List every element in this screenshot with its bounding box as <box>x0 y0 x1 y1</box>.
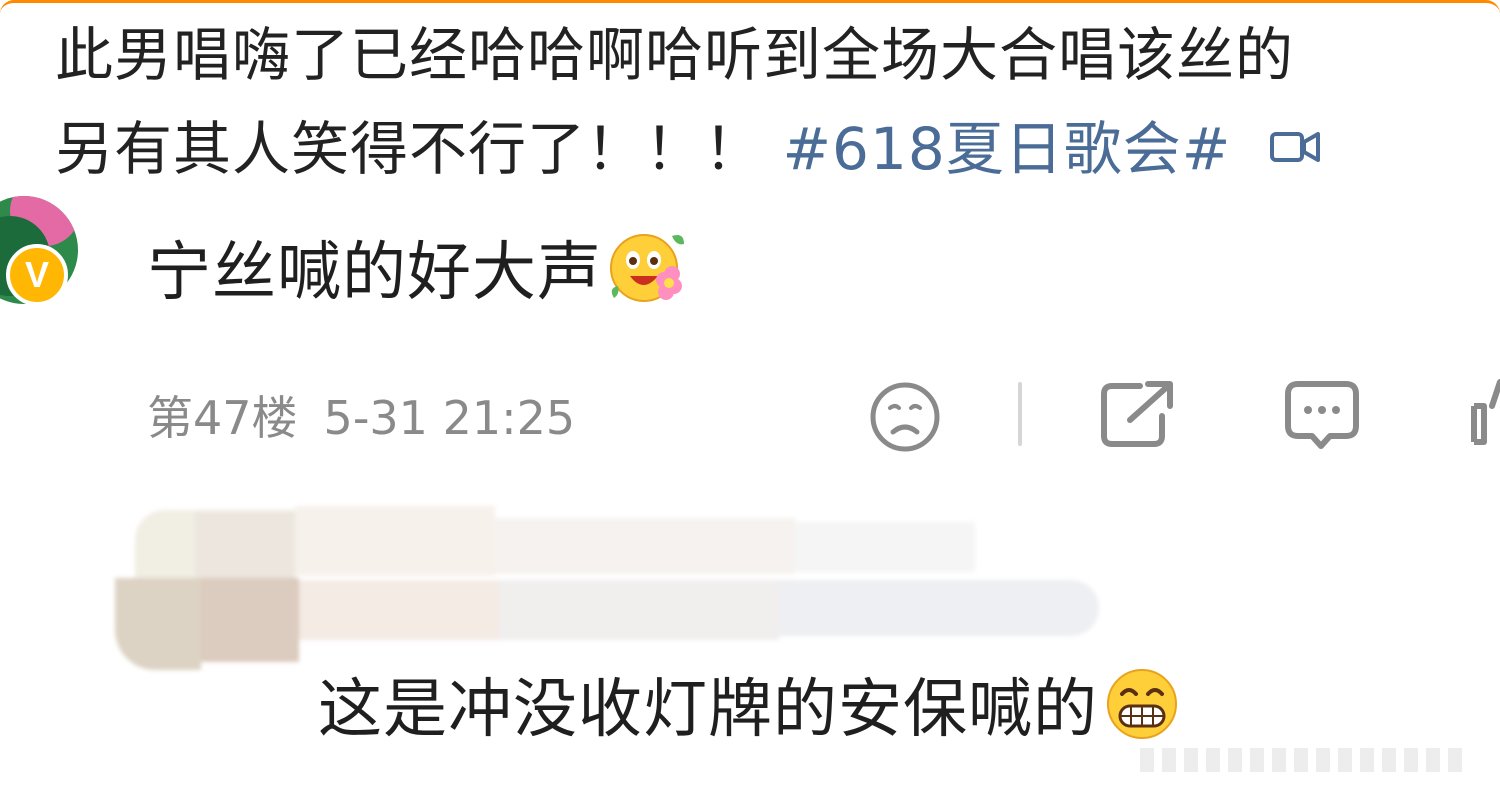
blurred-username-region <box>115 492 1105 672</box>
post-body: 此男唱嗨了已经哈哈啊哈听到全场大合唱该丝的 另有其人笑得不行了！！！ #618夏… <box>55 8 1465 196</box>
post-text-line2: 另有其人笑得不行了！！！ <box>55 115 764 183</box>
video-camera-icon[interactable] <box>1269 101 1321 195</box>
watermark <box>1140 748 1470 772</box>
happy-flower-emoji-icon <box>606 228 690 325</box>
reply-content: 这是冲没收灯牌的安保喊的 <box>318 664 1182 763</box>
comment-content: 宁丝喊的好大声 <box>147 228 690 325</box>
comment-bubble-icon[interactable] <box>1284 380 1360 456</box>
share-icon[interactable] <box>1100 380 1174 452</box>
topic-link[interactable]: #618夏日歌会# <box>782 115 1231 183</box>
sad-face-icon[interactable] <box>868 380 942 458</box>
reply-text: 这是冲没收灯牌的安保喊的 <box>318 673 1098 748</box>
comment-time: 5-31 21:25 <box>323 391 576 445</box>
comment-text: 宁丝喊的好大声 <box>147 236 602 311</box>
verified-badge: V <box>6 244 68 306</box>
comment-meta: 第47楼 5-31 21:25 <box>147 383 575 453</box>
action-divider <box>1018 382 1022 446</box>
thumbs-up-icon[interactable] <box>1466 376 1500 452</box>
floor-number: 第47楼 <box>147 391 298 445</box>
post-text-line1: 此男唱嗨了已经哈哈啊哈听到全场大合唱该丝的 <box>55 21 1295 89</box>
